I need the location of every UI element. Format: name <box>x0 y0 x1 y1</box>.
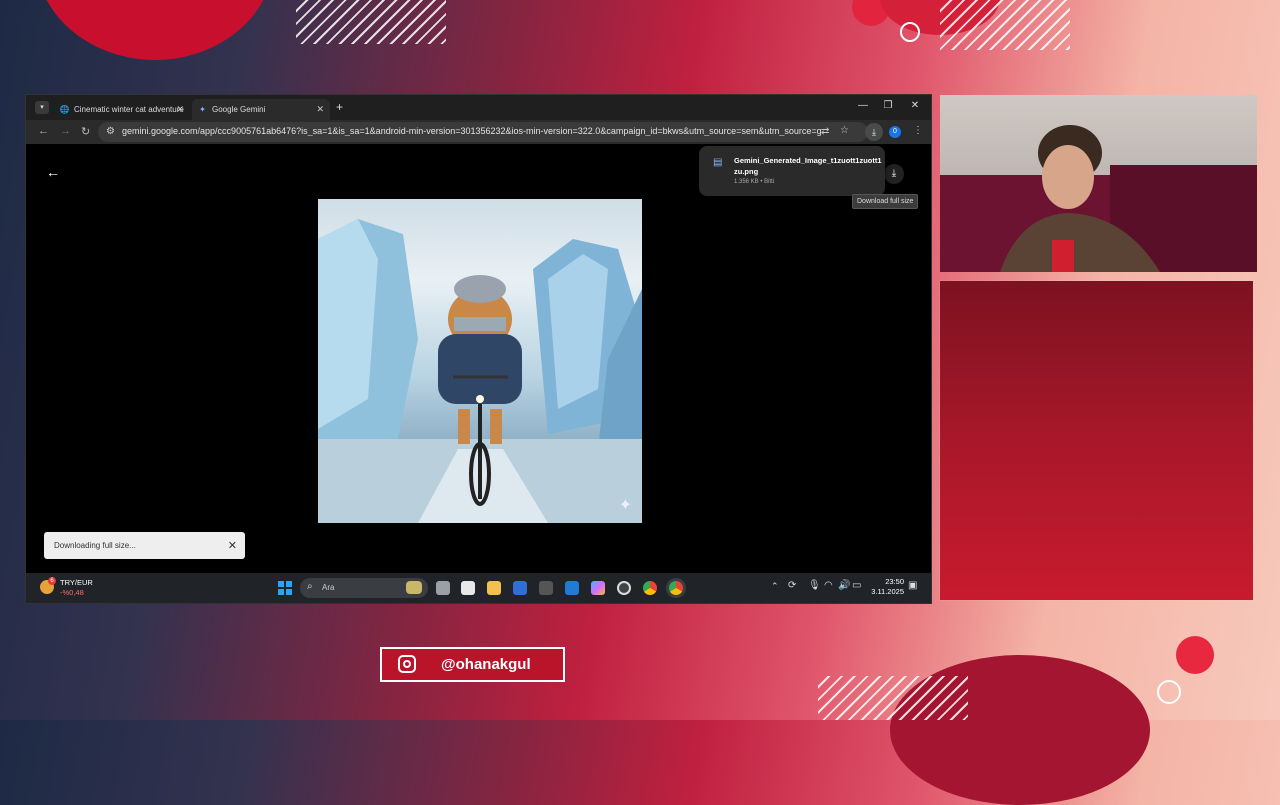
ticker-widget[interactable]: 6 TRY/EUR -%0,48 <box>40 577 120 599</box>
site-info-icon[interactable]: ⚙ <box>106 126 115 137</box>
filename-line-2: zu.png <box>734 167 759 176</box>
bg-circle-top-left <box>35 0 275 60</box>
webcam-person-image <box>940 125 1257 272</box>
copilot-icon[interactable] <box>591 581 605 595</box>
back-arrow-icon[interactable]: ← <box>46 164 60 180</box>
instagram-icon-lens <box>403 660 411 668</box>
gemini-icon: ✦ <box>199 105 206 114</box>
clock-app-icon[interactable] <box>617 581 631 595</box>
forward-icon[interactable]: → <box>60 125 71 137</box>
generated-image[interactable]: ✦ <box>318 199 642 523</box>
clock-date: 3.11.2025 <box>871 587 904 596</box>
bookmark-star-icon[interactable]: ☆ <box>840 125 849 136</box>
browser-toolbar: ← → ↻ ⚙ gemini.google.com/app/ccc9005761… <box>26 120 931 144</box>
profile-avatar[interactable]: 0 <box>889 126 901 138</box>
overlay-red-panel <box>940 281 1253 600</box>
menu-icon[interactable]: ⋮ <box>913 125 923 136</box>
chrome-icon[interactable] <box>643 581 657 595</box>
browser-window: ▾ 🌐 Cinematic winter cat adventure ✕ ✦ G… <box>26 95 931 603</box>
sync-icon[interactable]: ⟳ <box>788 580 796 591</box>
new-tab-button[interactable]: + <box>336 100 343 114</box>
download-meta: 1.356 KB • Bitti <box>734 179 775 185</box>
close-icon[interactable]: ✕ <box>176 104 184 115</box>
download-filename[interactable]: Gemini_Generated_Image_t1zuott1zuott1 zu… <box>734 155 882 177</box>
search-icon: ⌕ <box>307 581 313 592</box>
snackbar-close-icon[interactable]: ✕ <box>228 539 237 552</box>
ticker-change: -%0,48 <box>60 588 84 597</box>
url-text: gemini.google.com/app/ccc9005761ab6476?i… <box>122 126 822 136</box>
tab-search-button[interactable]: ▾ <box>35 101 49 114</box>
tab-label: Google Gemini <box>212 105 266 114</box>
close-icon[interactable]: ✕ <box>316 104 324 115</box>
wifi-icon[interactable]: ◠ <box>824 580 833 591</box>
restore-icon[interactable]: ❐ <box>881 100 895 111</box>
ticker-badge: 6 <box>48 577 56 585</box>
bg-ring-top <box>900 22 920 42</box>
sparkle-watermark-icon: ✦ <box>618 497 632 514</box>
back-icon[interactable]: ← <box>38 125 49 137</box>
address-bar[interactable]: ⚙ gemini.google.com/app/ccc9005761ab6476… <box>98 122 868 142</box>
globe-icon: 🌐 <box>59 105 70 114</box>
volume-icon[interactable]: 🔊 <box>838 580 850 591</box>
download-snackbar: Downloading full size... ✕ <box>44 532 245 559</box>
window-close-icon[interactable]: ✕ <box>908 100 922 111</box>
bg-circle-bottom-right <box>1176 636 1214 674</box>
tab-cinematic[interactable]: 🌐 Cinematic winter cat adventure ✕ <box>54 99 190 120</box>
clock[interactable]: 23:50 3.11.2025 <box>868 577 904 597</box>
cat-on-bicycle-illustration <box>318 219 642 523</box>
download-icon[interactable]: ⤓ <box>865 123 883 141</box>
minimize-icon[interactable]: — <box>856 100 870 111</box>
windows-taskbar: 6 TRY/EUR -%0,48 ⌕ Ara ⌃ ⟳ 🎙 ◠ 🔊 ▭ 23:50… <box>26 573 931 603</box>
bg-stripes-top-right <box>940 0 1070 50</box>
microphone-icon[interactable]: 🎙 <box>808 580 821 591</box>
webcam-feed <box>940 95 1257 272</box>
bg-ring-bottom <box>1157 680 1181 704</box>
taskbar-search-box[interactable]: ⌕ Ara <box>300 578 428 598</box>
code-editor-icon[interactable] <box>513 581 527 595</box>
search-placeholder: Ara <box>322 583 335 592</box>
clock-time: 23:50 <box>885 577 904 586</box>
task-view-icon[interactable] <box>436 581 450 595</box>
ticker-symbol: TRY/EUR <box>60 578 93 587</box>
download-panel: ▤ Gemini_Generated_Image_t1zuott1zuott1 … <box>699 146 885 196</box>
bg-stripes-bottom <box>818 676 968 720</box>
download-full-size-icon[interactable]: ⤓ <box>884 164 904 184</box>
tray-chevron-icon[interactable]: ⌃ <box>771 581 779 592</box>
tab-label: Cinematic winter cat adventure <box>74 105 184 114</box>
instagram-handle-banner: @ohanakgul <box>380 647 565 682</box>
notification-icon[interactable]: ▣ <box>908 580 917 591</box>
instagram-handle: @ohanakgul <box>441 656 531 673</box>
battery-icon[interactable]: ▭ <box>852 580 861 591</box>
tooltip-download-full-size: Download full size <box>852 194 919 209</box>
store-icon[interactable] <box>461 581 475 595</box>
snackbar-text: Downloading full size... <box>54 541 136 550</box>
chrome-active-icon[interactable] <box>669 581 683 595</box>
file-explorer-icon[interactable] <box>487 581 501 595</box>
file-icon: ▤ <box>713 157 723 168</box>
search-highlight-icon <box>406 581 422 594</box>
outlook-icon[interactable] <box>565 581 579 595</box>
filename-line-1: Gemini_Generated_Image_t1zuott1zuott1 <box>734 156 882 165</box>
reload-icon[interactable]: ↻ <box>81 125 90 138</box>
bg-stripes-top <box>296 0 446 44</box>
gemini-image-viewer: ← ✦ ⤓ <box>26 144 931 573</box>
tab-bar: ▾ 🌐 Cinematic winter cat adventure ✕ ✦ G… <box>26 95 931 120</box>
translate-icon[interactable]: ⇄ <box>821 126 829 137</box>
tab-gemini[interactable]: ✦ Google Gemini ✕ <box>192 99 330 120</box>
windows-start-icon[interactable] <box>278 581 292 595</box>
app-cube-icon[interactable] <box>539 581 553 595</box>
